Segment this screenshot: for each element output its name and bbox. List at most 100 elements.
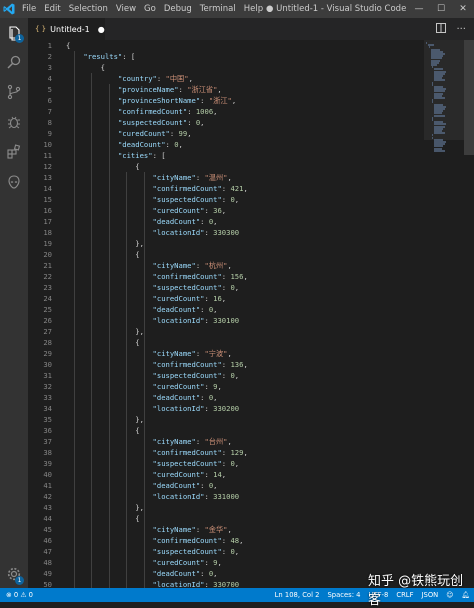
source-control-button[interactable] [0, 78, 28, 106]
code-token: "deadCount" [152, 392, 201, 402]
code-token: "宁波" [204, 348, 228, 358]
line-number: 39 [43, 458, 52, 468]
code-line[interactable]: 25 "deadCount": 0, [28, 304, 468, 315]
code-line[interactable]: 40 "curedCount": 14, [28, 469, 468, 480]
menu-view[interactable]: View [112, 4, 140, 14]
code-line[interactable]: 20 { [28, 249, 468, 260]
code-token: , [234, 282, 240, 292]
code-line[interactable]: 6 "provinceShortName": "浙江", [28, 95, 468, 106]
tab-label: Untitled-1 [50, 24, 90, 34]
code-line[interactable]: 4 "country": "中国", [28, 73, 468, 84]
code-line[interactable]: 26 "locationId": 330100 [28, 315, 468, 326]
code-line[interactable]: 47 "suspectedCount": 0, [28, 546, 468, 557]
code-line[interactable]: 42 "locationId": 331000 [28, 491, 468, 502]
code-line[interactable]: 13 "cityName": "温州", [28, 172, 468, 183]
code-line[interactable]: 21 "cityName": "杭州", [28, 260, 468, 271]
code-token: "confirmedCount" [152, 447, 222, 457]
code-line[interactable]: 17 "deadCount": 0, [28, 216, 468, 227]
code-line[interactable]: 32 "curedCount": 9, [28, 381, 468, 392]
code-token: , [227, 348, 232, 358]
code-line[interactable]: 19 }, [28, 238, 468, 249]
code-line[interactable]: 2 "results": [ [28, 51, 468, 62]
code-line[interactable]: 33 "deadCount": 0, [28, 392, 468, 403]
code-line[interactable]: 23 "suspectedCount": 0, [28, 282, 468, 293]
code-line[interactable]: 30 "confirmedCount": 136, [28, 359, 468, 370]
line-number: 2 [47, 51, 52, 61]
code-line[interactable]: 28 { [28, 337, 468, 348]
remote-explorer-button[interactable] [0, 168, 28, 196]
debug-button[interactable] [0, 108, 28, 136]
code-line[interactable]: 3 { [28, 62, 468, 73]
code-text: "confirmedCount": 129, [66, 447, 248, 458]
code-line[interactable]: 31 "suspectedCount": 0, [28, 370, 468, 381]
minimap-line [434, 114, 445, 117]
code-line[interactable]: 37 "cityName": "台州", [28, 436, 468, 447]
code-line[interactable]: 35 }, [28, 414, 468, 425]
menu-edit[interactable]: Edit [40, 4, 64, 14]
code-line[interactable]: 8 "suspectedCount": 0, [28, 117, 468, 128]
indentation[interactable]: Spaces: 4 [327, 588, 360, 602]
code-line[interactable]: 38 "confirmedCount": 129, [28, 447, 468, 458]
code-token: , [227, 260, 232, 270]
menu-file[interactable]: File [18, 4, 40, 14]
code-line[interactable]: 11 "cities": [ [28, 150, 468, 161]
split-editor-icon[interactable] [436, 22, 447, 36]
manage-button[interactable]: 1 [0, 560, 28, 588]
code-line[interactable]: 5 "provinceName": "浙江省", [28, 84, 468, 95]
menu-selection[interactable]: Selection [65, 4, 112, 14]
code-line[interactable]: 48 "curedCount": 9, [28, 557, 468, 568]
problems-indicator[interactable]: ⊗ 0 ⚠ 0 [6, 588, 33, 602]
code-line[interactable]: 18 "locationId": 330300 [28, 227, 468, 238]
code-line[interactable]: 12 { [28, 161, 468, 172]
code-line[interactable]: 34 "locationId": 330200 [28, 403, 468, 414]
minimize-button[interactable]: — [408, 0, 430, 18]
menu-terminal[interactable]: Terminal [196, 4, 240, 14]
explorer-button[interactable]: 1 [0, 20, 28, 48]
scrollbar-thumb[interactable] [464, 40, 474, 155]
code-line[interactable]: 16 "curedCount": 36, [28, 205, 468, 216]
minimap-line [432, 83, 433, 86]
line-number: 37 [43, 436, 52, 446]
code-line[interactable]: 36 { [28, 425, 468, 436]
code-token: "curedCount" [152, 381, 205, 391]
code-line[interactable]: 10 "deadCount": 0, [28, 139, 468, 150]
unsaved-dot-icon[interactable]: ● [98, 25, 105, 34]
code-line[interactable]: 15 "suspectedCount": 0, [28, 194, 468, 205]
close-window-button[interactable]: ✕ [452, 0, 474, 18]
code-text: "locationId": 330100 [66, 315, 240, 326]
line-number: 43 [43, 502, 52, 512]
code-line[interactable]: 41 "deadCount": 0, [28, 480, 468, 491]
tab-untitled-1[interactable]: { } Untitled-1 ● [28, 18, 105, 40]
line-number: 45 [43, 524, 52, 534]
minimap[interactable] [424, 40, 464, 160]
code-editor[interactable]: 1{2 "results": [3 {4 "country": "中国", 5 "… [28, 40, 474, 588]
code-token: : [187, 117, 196, 127]
code-token: "locationId" [152, 315, 205, 325]
code-token: "confirmedCount" [152, 359, 222, 369]
code-line[interactable]: 39 "suspectedCount": 0, [28, 458, 468, 469]
line-number: 26 [43, 315, 52, 325]
code-token: }, [66, 414, 144, 424]
search-button[interactable] [0, 48, 28, 76]
code-line[interactable]: 1{ [28, 40, 468, 51]
code-line[interactable]: 14 "confirmedCount": 421, [28, 183, 468, 194]
more-actions-icon[interactable]: ··· [456, 24, 466, 35]
maximize-button[interactable]: ☐ [430, 0, 452, 18]
code-line[interactable]: 27 }, [28, 326, 468, 337]
code-line[interactable]: 44 { [28, 513, 468, 524]
code-line[interactable]: 29 "cityName": "宁波", [28, 348, 468, 359]
menu-help[interactable]: Help [240, 4, 267, 14]
code-line[interactable]: 24 "curedCount": 16, [28, 293, 468, 304]
code-line[interactable]: 43 }, [28, 502, 468, 513]
code-line[interactable]: 22 "confirmedCount": 156, [28, 271, 468, 282]
minimap-line [432, 119, 433, 121]
code-line[interactable]: 9 "curedCount": 99, [28, 128, 468, 139]
menu-go[interactable]: Go [140, 4, 160, 14]
cursor-position[interactable]: Ln 108, Col 2 [275, 588, 320, 602]
menu-debug[interactable]: Debug [160, 4, 196, 14]
code-line[interactable]: 7 "confirmedCount": 1006, [28, 106, 468, 117]
extensions-button[interactable] [0, 138, 28, 166]
code-line[interactable]: 46 "confirmedCount": 48, [28, 535, 468, 546]
code-line[interactable]: 45 "cityName": "金华", [28, 524, 468, 535]
